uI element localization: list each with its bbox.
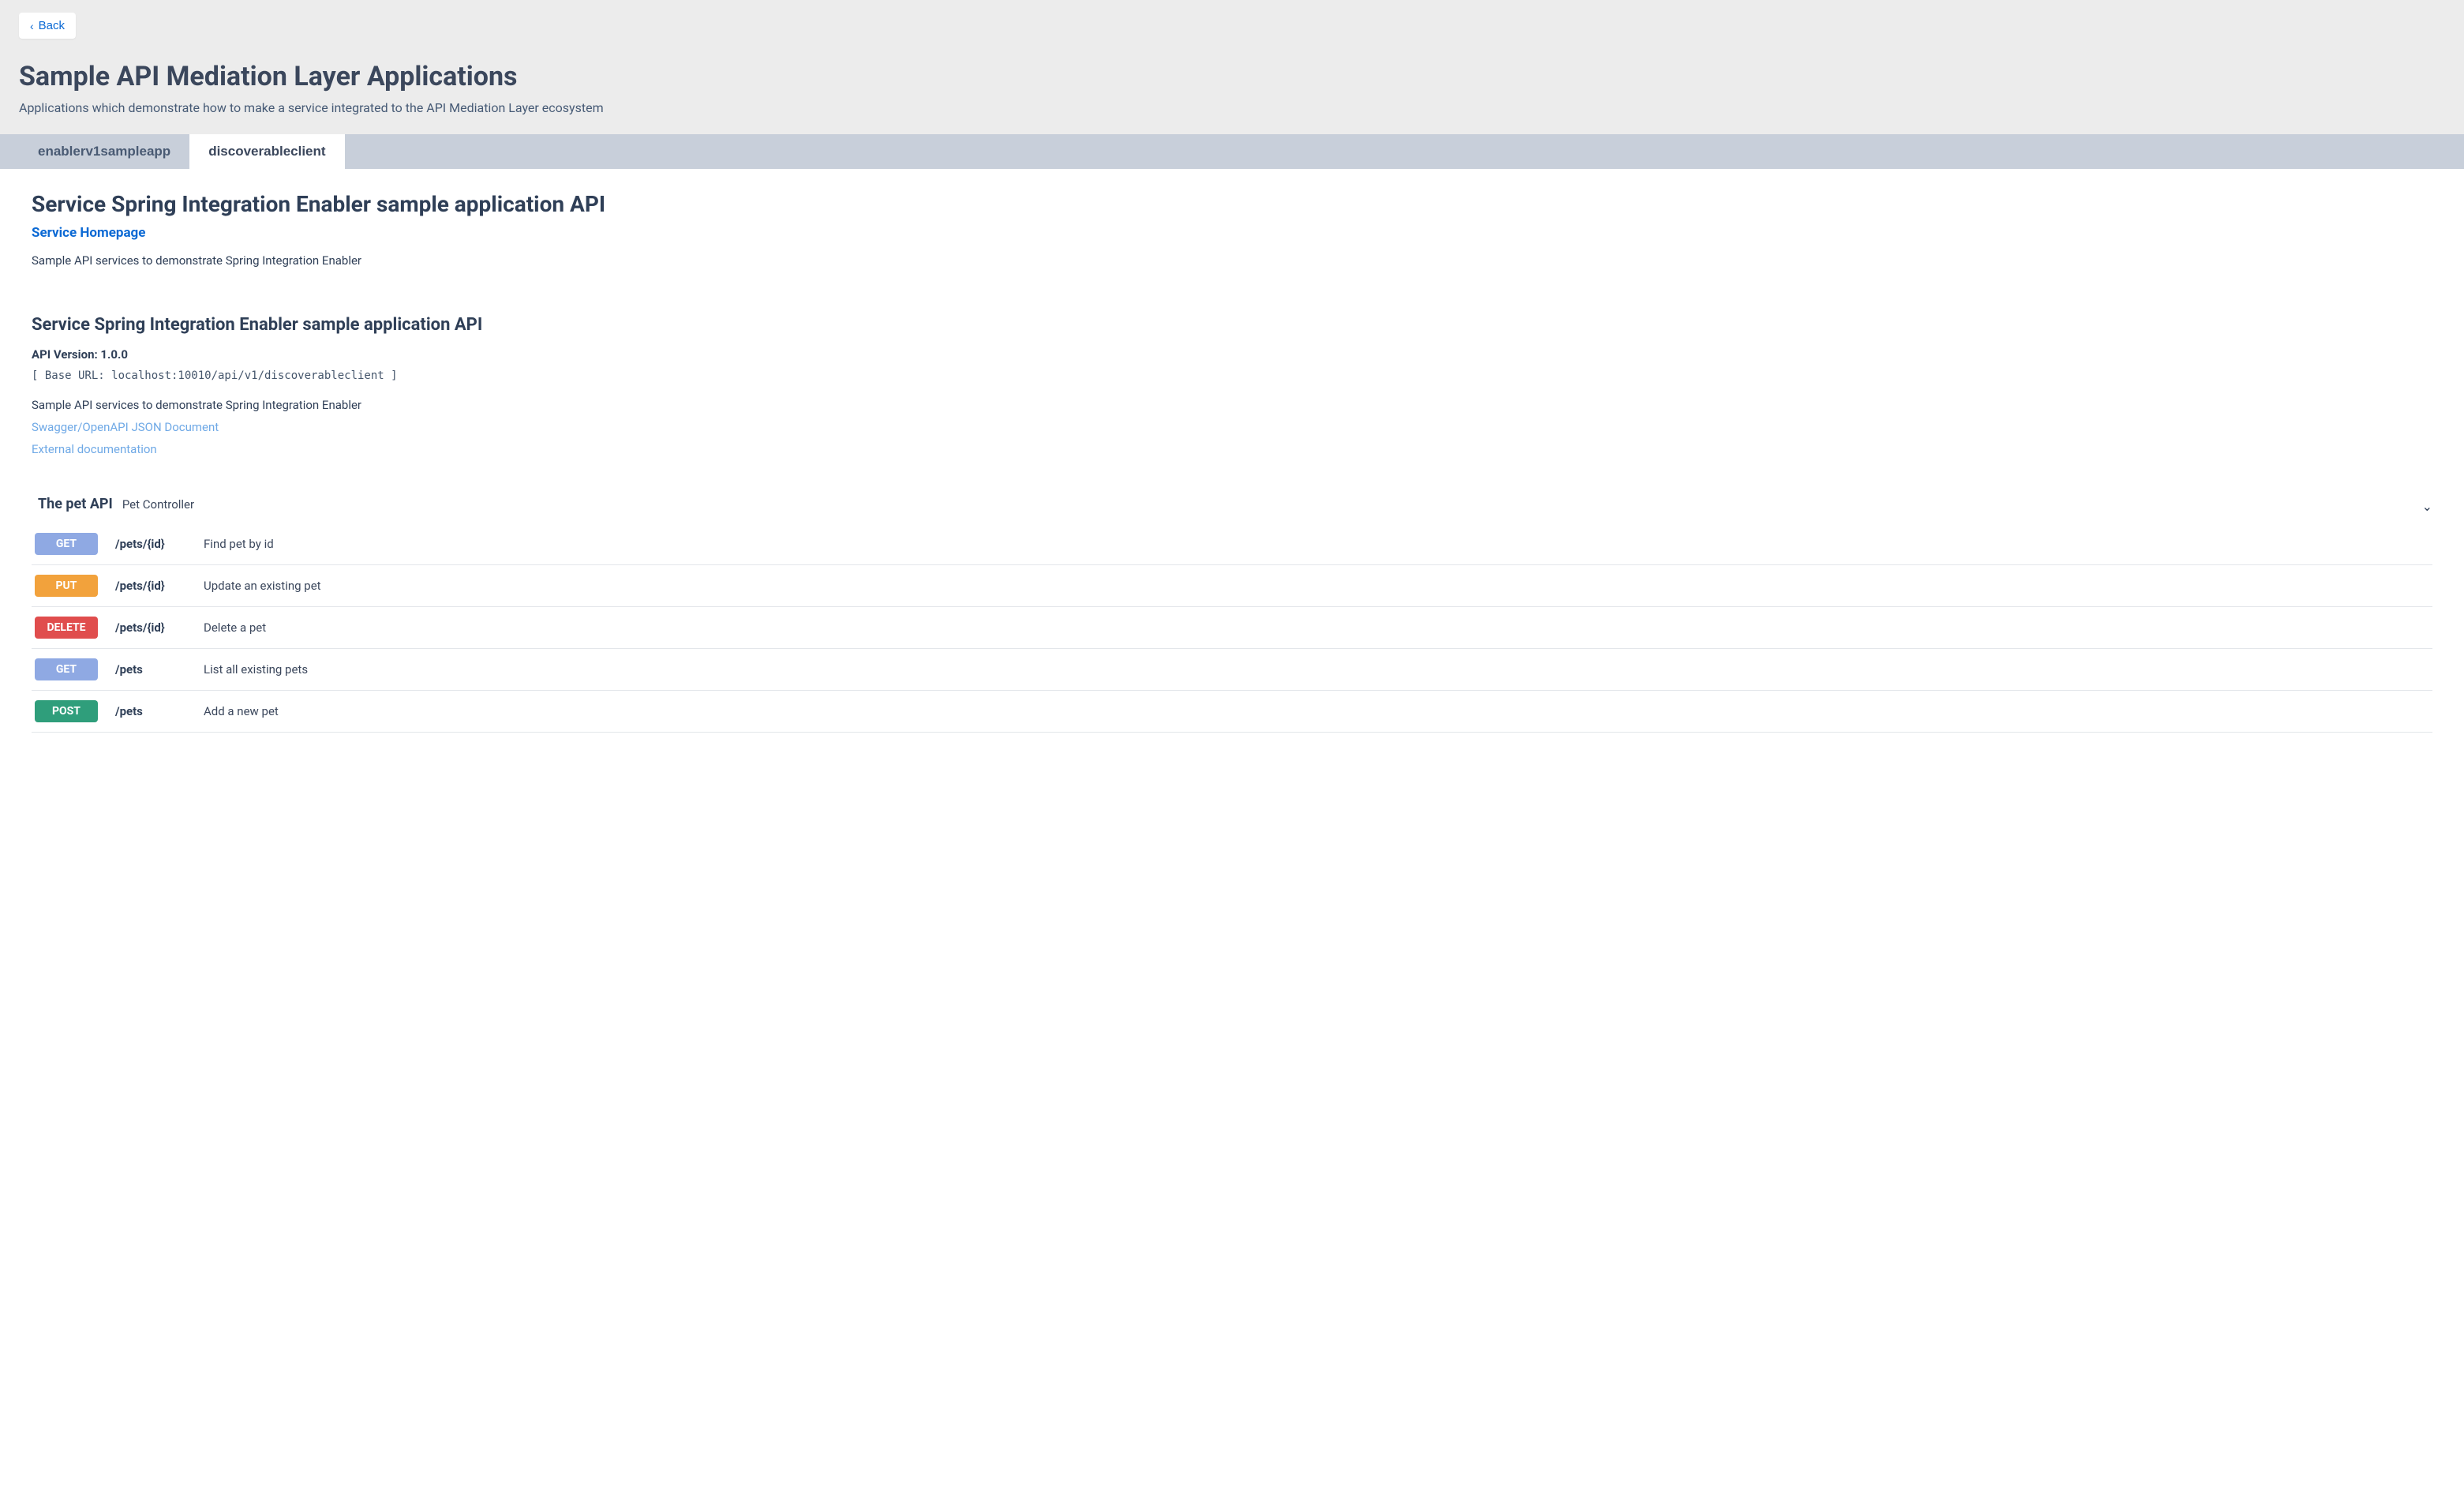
page-title: Sample API Mediation Layer Applications bbox=[19, 61, 2445, 92]
endpoint-description: Find pet by id bbox=[204, 537, 274, 551]
endpoint-row[interactable]: GET/pets List all existing pets bbox=[32, 649, 2432, 691]
endpoint-path: /pets bbox=[115, 704, 186, 718]
method-badge-get: GET bbox=[35, 658, 98, 680]
endpoint-path: /pets/{id} bbox=[115, 537, 186, 551]
endpoint-row[interactable]: PUT/pets/{id} Update an existing pet bbox=[32, 565, 2432, 607]
endpoint-description: Delete a pet bbox=[204, 620, 266, 635]
api-base-url: [ Base URL: localhost:10010/api/v1/disco… bbox=[32, 369, 2432, 382]
endpoint-description: Update an existing pet bbox=[204, 579, 321, 593]
page-header-area: ‹ Back Sample API Mediation Layer Applic… bbox=[0, 0, 2464, 134]
page-subtitle: Applications which demonstrate how to ma… bbox=[19, 100, 2445, 115]
chevron-left-icon: ‹ bbox=[30, 20, 34, 32]
endpoint-path: /pets/{id} bbox=[115, 620, 186, 635]
endpoint-path: /pets bbox=[115, 662, 186, 677]
content-area: Service Spring Integration Enabler sampl… bbox=[0, 169, 2464, 755]
back-button-label: Back bbox=[39, 19, 65, 32]
endpoint-row[interactable]: DELETE/pets/{id} Delete a pet bbox=[32, 607, 2432, 649]
method-badge-post: POST bbox=[35, 700, 98, 722]
endpoint-path: /pets/{id} bbox=[115, 579, 186, 593]
service-description: Sample API services to demonstrate Sprin… bbox=[32, 253, 2432, 268]
api-description: Sample API services to demonstrate Sprin… bbox=[32, 398, 2432, 412]
service-title: Service Spring Integration Enabler sampl… bbox=[32, 191, 2432, 217]
method-badge-put: PUT bbox=[35, 575, 98, 597]
endpoints-group-header[interactable]: The pet API Pet Controller ⌄ bbox=[32, 496, 2432, 523]
endpoints-list: GET/pets/{id} Find pet by id PUT/pets/{id}… bbox=[32, 523, 2432, 733]
endpoints-group-desc: Pet Controller bbox=[122, 497, 194, 512]
external-doc-link[interactable]: External documentation bbox=[32, 442, 2432, 456]
api-version-label: API Version: 1.0.0 bbox=[32, 347, 2432, 362]
chevron-down-icon: ⌄ bbox=[2422, 499, 2432, 514]
method-badge-delete: DELETE bbox=[35, 617, 98, 639]
api-info-block: Service Spring Integration Enabler sampl… bbox=[32, 315, 2432, 456]
tab-bar: enablerv1sampleappdiscoverableclient bbox=[0, 134, 2464, 169]
swagger-json-link[interactable]: Swagger/OpenAPI JSON Document bbox=[32, 420, 2432, 434]
service-homepage-link[interactable]: Service Homepage bbox=[32, 225, 145, 241]
back-button[interactable]: ‹ Back bbox=[19, 13, 76, 39]
endpoints-block: The pet API Pet Controller ⌄ GET/pets/{i… bbox=[32, 496, 2432, 733]
endpoint-description: Add a new pet bbox=[204, 704, 279, 718]
endpoint-row[interactable]: POST/pets Add a new pet bbox=[32, 691, 2432, 733]
endpoint-row[interactable]: GET/pets/{id} Find pet by id bbox=[32, 523, 2432, 565]
endpoints-group-name: The pet API bbox=[38, 496, 113, 512]
endpoint-description: List all existing pets bbox=[204, 662, 308, 677]
tab-discoverableclient[interactable]: discoverableclient bbox=[189, 134, 344, 169]
tab-enablerv1sampleapp[interactable]: enablerv1sampleapp bbox=[19, 134, 189, 169]
api-title: Service Spring Integration Enabler sampl… bbox=[32, 315, 2432, 335]
method-badge-get: GET bbox=[35, 533, 98, 555]
